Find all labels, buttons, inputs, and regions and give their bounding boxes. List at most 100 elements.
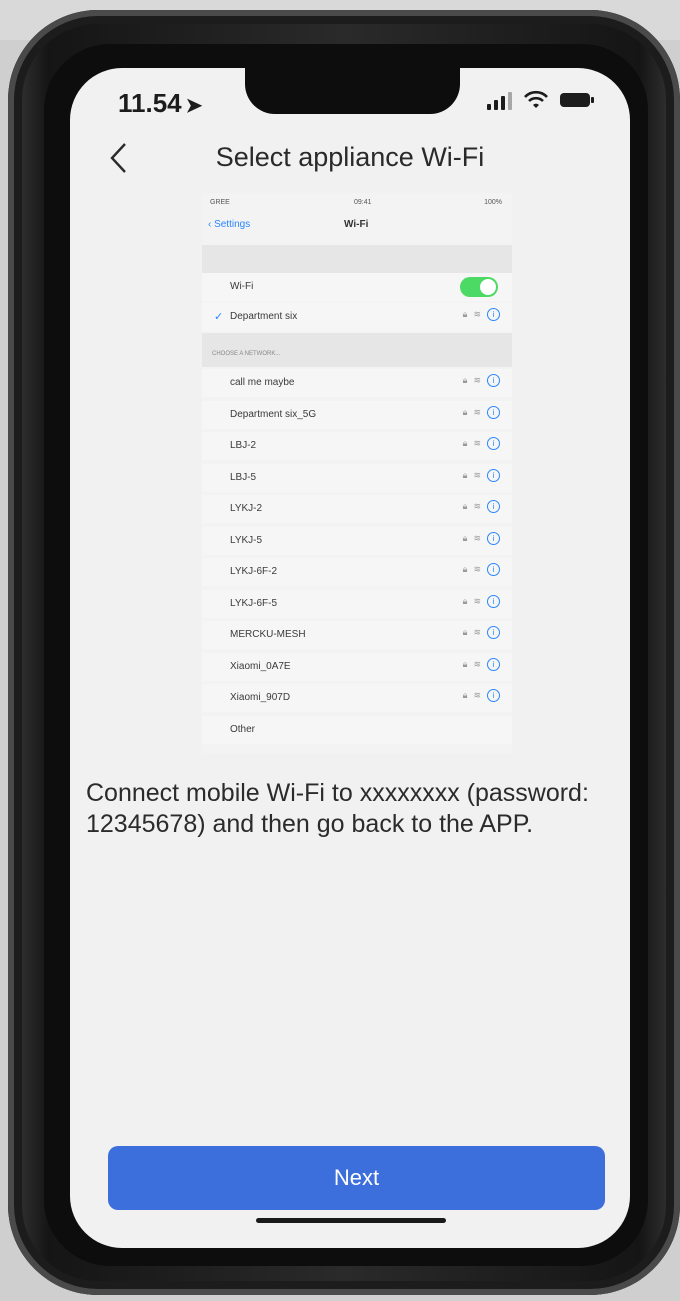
checkmark-icon: ✓	[214, 311, 224, 323]
network-icons: 🔒︎ ≋ i	[463, 626, 500, 639]
illustration-wifi-row: Wi-Fi	[202, 273, 512, 301]
info-icon: i	[487, 437, 500, 450]
wifi-icon: ≋	[473, 309, 481, 319]
info-icon: i	[487, 405, 500, 419]
network-row: LBJ-5 🔒︎ ≋ i	[202, 463, 512, 492]
network-row: LYKJ-6F-2 🔒︎ ≋ i	[202, 558, 512, 586]
phone-screen: 11.54 ➤ Select appliance Wi-Fi GREE 09:41…	[70, 68, 630, 1248]
network-row: Other	[202, 715, 512, 744]
network-row: Xiaomi_907D 🔒︎ ≋ i	[202, 684, 512, 712]
status-time: 11.54 ➤	[118, 88, 202, 119]
network-row: MERCKU-MESH 🔒︎ ≋ i	[202, 621, 512, 649]
lock-icon: 🔒︎	[462, 532, 468, 543]
battery-icon	[560, 93, 594, 107]
illustration-battery: 100%	[484, 199, 502, 206]
choose-network-label: CHOOSE A NETWORK...	[212, 351, 281, 357]
wifi-icon	[524, 90, 548, 108]
network-name: LYKJ-6F-2	[230, 566, 278, 577]
network-icons: 🔒︎ ≋ i	[462, 531, 500, 545]
lock-icon: 🔒︎	[462, 627, 468, 637]
network-icons: 🔒︎ ≋ i	[462, 468, 500, 482]
lock-icon: 🔒︎	[462, 375, 468, 385]
network-row: LYKJ-6F-5 🔒︎ ≋ i	[202, 589, 512, 618]
instruction-text: Connect mobile Wi-Fi to xxxxxxxx (passwo…	[86, 779, 589, 838]
wifi-icon: ≋	[473, 627, 481, 637]
illustration-wifi-label: Wi-Fi	[230, 281, 254, 292]
illustration-status-bar: GREE 09:41 100%	[202, 199, 512, 211]
info-icon: i	[487, 594, 500, 608]
notch	[245, 68, 460, 114]
network-name: Department six_5G	[230, 408, 317, 420]
network-name: LBJ-2	[230, 440, 257, 451]
page-title: Select appliance Wi-Fi	[215, 142, 485, 172]
info-icon: i	[487, 689, 500, 702]
wifi-settings-illustration: GREE 09:41 100% ‹ Settings Wi-Fi Wi-Fi ✓…	[202, 193, 512, 753]
wifi-icon: ≋	[473, 564, 481, 574]
location-arrow-icon: ➤	[185, 95, 203, 117]
network-row: LBJ-2 🔒︎ ≋ i	[202, 432, 512, 460]
wifi-icon: ≋	[473, 438, 481, 448]
network-icons: 🔒︎ ≋ i	[463, 563, 500, 576]
info-icon: i	[487, 563, 500, 576]
home-indicator	[256, 1218, 446, 1223]
info-icon: i	[487, 657, 500, 671]
network-icons: 🔒︎ ≋ i	[462, 405, 500, 419]
lock-icon: 🔒︎	[462, 469, 468, 480]
network-row: call me maybe 🔒︎ ≋ i	[202, 369, 512, 397]
info-icon: i	[487, 468, 500, 482]
wifi-icon: ≋	[473, 375, 481, 385]
lock-icon: 🔒︎	[462, 501, 468, 511]
lock-icon: 🔒︎	[462, 595, 468, 606]
wifi-icon: ≋	[473, 501, 481, 511]
info-icon: i	[487, 500, 500, 513]
illustration-separator	[202, 245, 512, 273]
network-row: LYKJ-5 🔒︎ ≋ i	[202, 526, 512, 555]
network-name: LBJ-5	[230, 471, 257, 483]
status-time-text: 11.54	[118, 88, 182, 118]
network-name: LYKJ-5	[230, 534, 263, 546]
illustration-section-header: CHOOSE A NETWORK...	[202, 333, 512, 367]
illustration-carrier: GREE	[210, 199, 230, 206]
info-icon: i	[487, 374, 500, 387]
network-name: call me maybe	[230, 377, 295, 388]
network-icons: 🔒︎ ≋ i	[463, 437, 500, 450]
info-icon: i	[487, 308, 500, 321]
network-row: Xiaomi_0A7E 🔒︎ ≋ i	[202, 652, 512, 681]
lock-icon: 🔒︎	[462, 406, 468, 417]
illustration-nav-title: Wi-Fi	[344, 219, 369, 230]
illustration-nav: ‹ Settings Wi-Fi	[202, 219, 512, 239]
wifi-icon: ≋	[473, 690, 481, 700]
wifi-icon: ≋	[473, 406, 481, 417]
network-icons: 🔒︎ ≋ i	[462, 594, 500, 608]
lock-icon: 🔒︎	[462, 309, 468, 319]
info-icon: i	[487, 626, 500, 639]
illustration-back-label: Settings	[214, 219, 251, 230]
wifi-toggle	[460, 277, 498, 297]
next-button[interactable]: Next	[108, 1146, 605, 1210]
wifi-icon: ≋	[473, 532, 481, 543]
network-name: LYKJ-6F-5	[230, 597, 278, 609]
lock-icon: 🔒︎	[462, 564, 468, 574]
lock-icon: 🔒︎	[462, 658, 468, 669]
network-name: MERCKU-MESH	[230, 629, 306, 640]
lock-icon: 🔒︎	[462, 690, 468, 700]
network-icons: 🔒︎ ≋ i	[463, 689, 500, 702]
lock-icon: 🔒︎	[462, 438, 468, 448]
status-icons	[487, 90, 594, 110]
wifi-icon: ≋	[473, 658, 481, 669]
signal-icon	[487, 90, 512, 110]
wifi-icon: ≋	[473, 469, 481, 480]
network-name: LYKJ-2	[230, 503, 263, 514]
network-name: Xiaomi_0A7E	[230, 660, 291, 672]
illustration-back: ‹ Settings	[208, 219, 251, 230]
network-name: Other	[230, 723, 256, 735]
illustration-connected-name: Department six	[230, 311, 298, 322]
network-icons: 🔒︎ ≋ i	[463, 500, 500, 513]
network-icons: 🔒︎ ≋ i	[463, 308, 500, 321]
network-icons: 🔒︎ ≋ i	[462, 657, 500, 671]
info-icon: i	[487, 531, 500, 545]
network-row: LYKJ-2 🔒︎ ≋ i	[202, 495, 512, 523]
illustration-time: 09:41	[354, 199, 372, 206]
illustration-connected-row: ✓ Department six 🔒︎ ≋ i	[202, 303, 512, 331]
network-row: Department six_5G 🔒︎ ≋ i	[202, 400, 512, 429]
